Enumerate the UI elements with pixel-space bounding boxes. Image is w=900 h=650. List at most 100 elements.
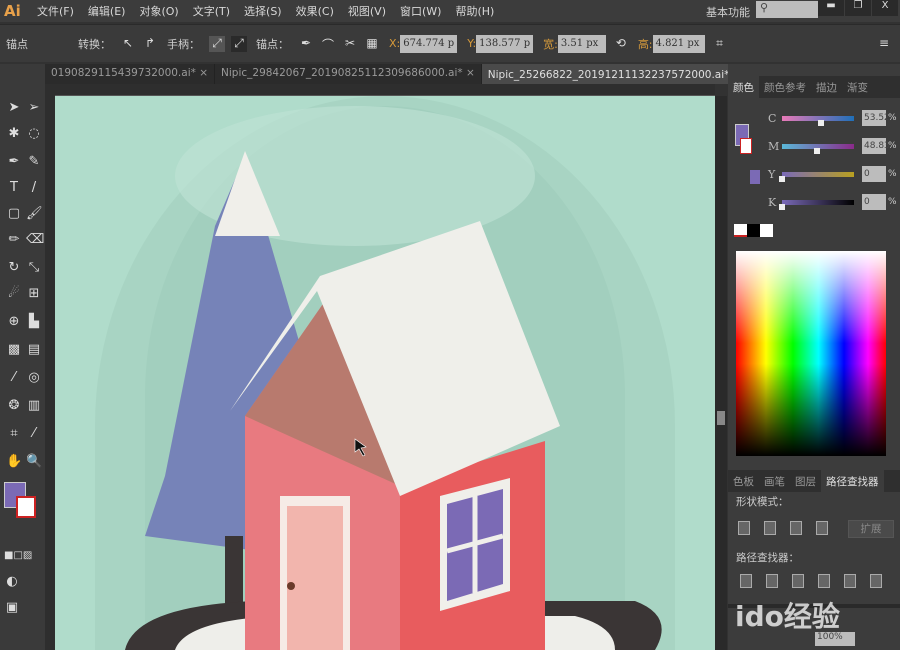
minimize-button[interactable]: ▬ (818, 0, 844, 16)
panel-stroke-swatch[interactable] (740, 138, 752, 154)
tab-gradient[interactable]: 渐变 (842, 76, 873, 98)
channel-value[interactable]: 0 (862, 166, 886, 182)
connect-anchor-icon[interactable]: ⌒ (320, 36, 336, 52)
tab-stroke[interactable]: 描边 (811, 76, 842, 98)
pen-tool-icon[interactable]: ✒ (6, 154, 22, 170)
graph-icon[interactable]: ▥ (26, 398, 42, 414)
slider-handle[interactable] (779, 203, 785, 210)
outline-icon[interactable] (844, 574, 856, 588)
out-of-gamut-swatch[interactable] (750, 170, 760, 184)
scale-icon[interactable]: ⤡ (26, 260, 42, 276)
hide-handles-icon[interactable]: ⤢ (231, 35, 247, 52)
exclude-icon[interactable] (816, 521, 828, 535)
slider-handle[interactable] (817, 119, 824, 126)
warp-icon[interactable]: ☄ (6, 286, 22, 302)
scrollbar-thumb[interactable] (717, 411, 725, 425)
symbol-sprayer-icon[interactable]: ❂ (6, 398, 22, 414)
tab-color-guide[interactable]: 颜色参考 (759, 76, 811, 98)
screen-mode-icon[interactable]: ▣ (4, 600, 20, 616)
artboard-icon[interactable]: ⌗ (6, 426, 22, 442)
menu-view[interactable]: 视图(V) (341, 3, 393, 19)
rotate-icon[interactable]: ↻ (6, 260, 22, 276)
perspective-icon[interactable]: ▙ (26, 314, 42, 330)
channel-slider[interactable] (782, 115, 854, 126)
tab-pathfinder[interactable]: 路径查找器 (821, 470, 884, 492)
height-field[interactable]: 4.821 px (652, 34, 705, 53)
trim-icon[interactable] (766, 574, 778, 588)
channel-value[interactable]: 0 (862, 194, 886, 210)
color-spectrum[interactable] (736, 251, 886, 456)
workspace-switcher[interactable]: 基本功能 (706, 4, 750, 20)
black-swatch[interactable] (747, 224, 760, 237)
zoom-icon[interactable]: 🔍 (26, 454, 42, 470)
link-icon[interactable]: ⟲ (613, 36, 629, 52)
restore-button[interactable]: ❐ (845, 0, 871, 16)
cut-path-icon[interactable]: ✂ (342, 36, 358, 52)
rectangle-tool-icon[interactable]: ▢ (6, 206, 22, 222)
slider-handle[interactable] (814, 147, 821, 154)
merge-icon[interactable] (792, 574, 804, 588)
minus-front-icon[interactable] (764, 521, 776, 535)
menu-window[interactable]: 窗口(W) (393, 3, 448, 19)
tab-document-1[interactable]: 0190829115439732000.ai* × (45, 64, 216, 84)
menu-effect[interactable]: 效果(C) (289, 3, 341, 19)
channel-slider[interactable] (779, 199, 854, 210)
color-mode-icon[interactable]: ■□▨ (4, 548, 32, 564)
reference-point-icon[interactable]: ▦ (364, 36, 380, 52)
artboard-canvas[interactable] (55, 96, 715, 650)
width-field[interactable]: 3.51 px (557, 34, 606, 53)
transform-icon[interactable]: ⌗ (712, 36, 728, 52)
blend-icon[interactable]: ◎ (26, 370, 42, 386)
draw-mode-icon[interactable]: ◐ (4, 574, 20, 590)
menu-select[interactable]: 选择(S) (237, 3, 289, 19)
tab-color[interactable]: 颜色 (728, 76, 759, 98)
control-menu-icon[interactable]: ≡ (876, 36, 892, 52)
remove-anchor-icon[interactable]: ✒ (298, 36, 314, 52)
channel-value[interactable]: 53.52 (862, 110, 890, 126)
x-field[interactable]: 674.774 p (400, 34, 458, 53)
pencil-icon[interactable]: ✏ (6, 232, 22, 248)
menu-file[interactable]: 文件(F) (30, 3, 81, 19)
lasso-icon[interactable]: ◌ (26, 126, 42, 142)
magic-wand-icon[interactable]: ✱ (6, 126, 22, 142)
brush-icon[interactable]: 🖌 (26, 206, 43, 222)
crop-icon[interactable] (818, 574, 830, 588)
unite-icon[interactable] (738, 521, 750, 535)
slider-handle[interactable] (779, 175, 785, 182)
minus-back-icon[interactable] (870, 574, 882, 588)
curvature-icon[interactable]: ✎ (26, 154, 42, 170)
menu-edit[interactable]: 编辑(E) (81, 3, 133, 19)
gradient-icon[interactable]: ▤ (26, 342, 42, 358)
channel-slider[interactable] (782, 143, 854, 154)
opacity-field[interactable]: 100% (815, 632, 855, 646)
tab-swatches[interactable]: 色板 (728, 470, 759, 492)
vertical-scrollbar[interactable] (715, 96, 727, 650)
menu-object[interactable]: 对象(O) (132, 3, 185, 19)
tab-document-2[interactable]: Nipic_29842067_20190825112309686000.ai* … (215, 64, 482, 84)
convert-corner-icon[interactable]: ↖ (120, 36, 136, 52)
shape-builder-icon[interactable]: ⊕ (6, 314, 22, 330)
channel-slider[interactable] (779, 171, 854, 182)
tab-brushes[interactable]: 画笔 (759, 470, 790, 492)
white-swatch[interactable] (760, 224, 773, 237)
eyedropper-icon[interactable]: ⁄ (6, 370, 22, 386)
convert-smooth-icon[interactable]: ↱ (142, 36, 158, 52)
menu-type[interactable]: 文字(T) (186, 3, 237, 19)
selection-tool-icon[interactable]: ➤ (6, 100, 22, 116)
search-input[interactable]: ⚲ (756, 1, 818, 18)
mesh-icon[interactable]: ▩ (6, 342, 22, 358)
type-tool-icon[interactable]: T (6, 180, 22, 196)
divide-icon[interactable] (740, 574, 752, 588)
close-button[interactable]: X (872, 0, 898, 16)
y-field[interactable]: 138.577 p (476, 34, 534, 53)
free-transform-icon[interactable]: ⊞ (26, 286, 42, 302)
stroke-swatch[interactable] (16, 496, 36, 518)
tab-layers[interactable]: 图层 (790, 470, 821, 492)
hand-icon[interactable]: ✋ (6, 454, 22, 470)
eraser-icon[interactable]: ⌫ (26, 232, 44, 248)
expand-button[interactable]: 扩展 (848, 520, 894, 538)
direct-selection-tool-icon[interactable]: ➢ (26, 100, 42, 116)
slice-icon[interactable]: ⁄ (26, 426, 42, 442)
channel-value[interactable]: 48.83 (862, 138, 890, 154)
menu-help[interactable]: 帮助(H) (448, 3, 501, 19)
